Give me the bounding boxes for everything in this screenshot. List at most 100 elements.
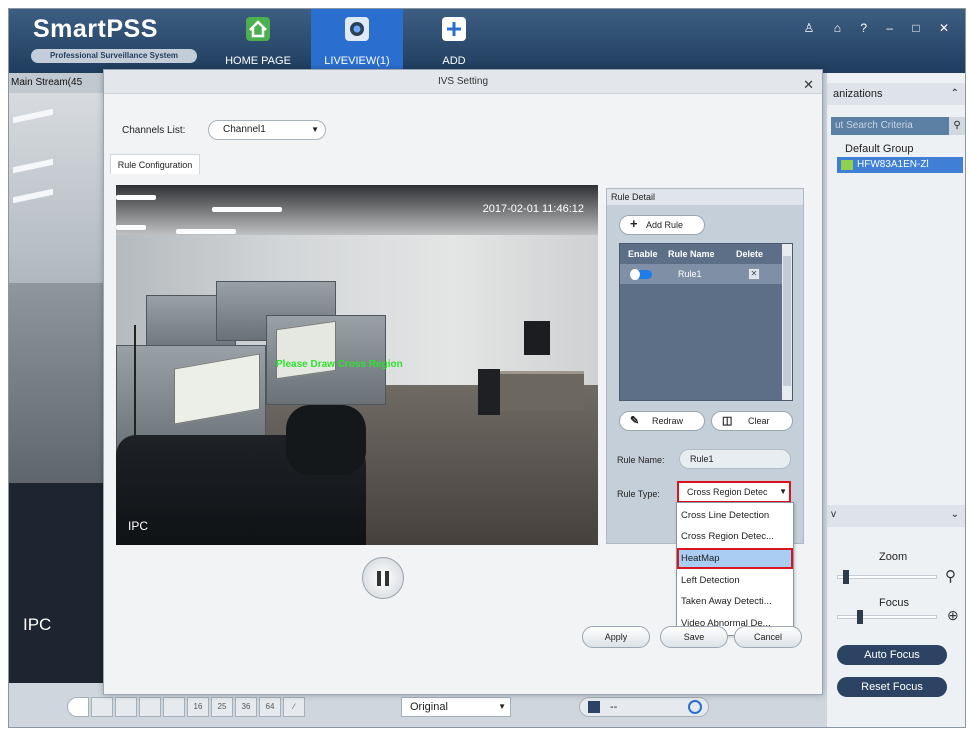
auto-focus-button[interactable]: Auto Focus	[837, 645, 947, 665]
plus-icon: +	[630, 216, 638, 231]
tab-label: LIVEVIEW(1)	[324, 55, 390, 67]
column-header-enable: Enable	[628, 249, 658, 259]
draw-region-hint: Please Draw Cross Region	[276, 359, 403, 370]
zoom-slider[interactable]	[837, 570, 937, 584]
rule-type-label: Rule Type:	[617, 489, 660, 499]
channel-select[interactable]: Channel1 ▼	[208, 120, 326, 140]
tab-home-page[interactable]: HOME PAGE	[215, 9, 301, 73]
rule-type-option[interactable]: Taken Away Detecti...	[677, 591, 793, 612]
add-rule-button[interactable]: + Add Rule	[619, 215, 705, 235]
apply-button[interactable]: Apply	[582, 626, 650, 648]
table-row[interactable]: Rule1 ✕	[620, 264, 784, 284]
ceiling-light	[116, 225, 146, 230]
channel-value: Channel1	[223, 124, 266, 135]
video-timestamp: 2017-02-01 11:46:12	[482, 203, 584, 215]
top-toolbar: SmartPSS Professional Surveillance Syste…	[9, 9, 965, 73]
plus-icon	[442, 17, 466, 41]
scrollbar-thumb[interactable]	[783, 256, 791, 386]
view-value: --	[610, 701, 618, 713]
ceiling-light	[212, 207, 282, 212]
rule-table-header: Enable Rule Name Delete	[620, 244, 784, 264]
view-select[interactable]: --	[579, 697, 709, 717]
device-panel: anizations ⌃ ut Search Criteria ⚲ Defaul…	[827, 73, 965, 727]
clear-button[interactable]: ◫ Clear	[711, 411, 793, 431]
rule-type-select[interactable]: Cross Region Detec ▼	[677, 481, 791, 503]
rule-table-scrollbar[interactable]	[782, 244, 792, 400]
layout-button[interactable]	[67, 697, 89, 717]
zoom-label: Zoom	[879, 551, 908, 563]
focus-label: Focus	[879, 597, 909, 609]
rule-type-option[interactable]: Cross Region Detec...	[677, 526, 793, 547]
tree-group-default[interactable]: Default Group	[845, 143, 913, 155]
app-logo: SmartPSS	[33, 15, 158, 44]
zoom-slider-knob[interactable]	[842, 570, 849, 584]
refresh-icon[interactable]	[688, 700, 702, 714]
device-search-input[interactable]: ut Search Criteria	[831, 117, 949, 135]
dropdown-arrow-icon: ▼	[498, 702, 506, 711]
reset-focus-button[interactable]: Reset Focus	[837, 677, 947, 697]
focus-slider[interactable]	[837, 610, 937, 624]
clear-label: Clear	[748, 416, 770, 426]
zoom-in-icon[interactable]: ⚲	[945, 567, 956, 585]
stream-select[interactable]: Original ▼	[401, 697, 511, 717]
dialog-title-text: IVS Setting	[437, 76, 489, 87]
dropdown-arrow-icon: ▼	[311, 125, 319, 134]
stream-value: Original	[410, 701, 448, 713]
video-pc-tower	[478, 369, 500, 415]
layout-button[interactable]	[115, 697, 137, 717]
video-preview[interactable]: Please Draw Cross Region 2017-02-01 11:4…	[116, 185, 598, 545]
tab-liveview[interactable]: LIVEVIEW(1)	[311, 9, 403, 73]
dialog-title: IVS Setting ✕	[104, 70, 822, 94]
logo-subtitle: Professional Surveillance System	[31, 49, 197, 63]
layout-button[interactable]: ∕	[283, 697, 305, 717]
rule-type-dropdown: Cross Line Detection Cross Region Detec.…	[676, 502, 794, 636]
camera-icon	[345, 17, 369, 41]
tab-label: ADD	[442, 55, 466, 67]
redraw-button[interactable]: ✎ Redraw	[619, 411, 705, 431]
layout-button[interactable]: 16	[187, 697, 209, 717]
ptz-title: v	[831, 509, 836, 520]
chevron-down-icon[interactable]: ⌄	[951, 509, 959, 520]
rule-type-option[interactable]: Cross Line Detection	[677, 505, 793, 526]
rule-name-input[interactable]: Rule1	[679, 449, 791, 469]
focus-icon[interactable]: ⊕	[947, 607, 959, 624]
logo-text: SmartPSS	[33, 15, 158, 43]
save-button[interactable]: Save	[660, 626, 728, 648]
tab-rule-configuration[interactable]: Rule Configuration	[110, 154, 200, 174]
rule-enable-toggle[interactable]	[630, 269, 652, 280]
rule-detail-header: Rule Detail	[607, 189, 803, 205]
layout-button[interactable]	[91, 697, 113, 717]
video-sofa-arm	[286, 405, 366, 475]
delete-rule-icon[interactable]: ✕	[748, 268, 760, 280]
close-icon[interactable]: ✕	[803, 73, 814, 97]
tree-device-item[interactable]: HFW83A1EN-Zl	[837, 157, 963, 173]
layout-button[interactable]: 64	[259, 697, 281, 717]
camera-label: IPC	[23, 615, 52, 634]
tab-add[interactable]: ADD	[419, 9, 489, 73]
pencil-icon: ✎	[630, 415, 640, 427]
organizations-header[interactable]: anizations ⌃	[827, 83, 965, 105]
save-icon	[588, 701, 600, 713]
layout-button[interactable]: 25	[211, 697, 233, 717]
chevron-up-icon[interactable]: ⌃	[951, 83, 959, 105]
layout-button[interactable]: 36	[235, 697, 257, 717]
pause-button[interactable]	[362, 557, 404, 599]
search-icon[interactable]: ⚲	[949, 117, 965, 135]
rule-type-option-heatmap[interactable]: HeatMap	[677, 548, 793, 569]
window-controls[interactable]: ♙ ⌂ ? – □ ✕	[804, 21, 957, 35]
column-header-rule-name: Rule Name	[668, 249, 715, 259]
cancel-button[interactable]: Cancel	[734, 626, 802, 648]
add-rule-label: Add Rule	[646, 220, 684, 230]
focus-slider-knob[interactable]	[856, 610, 863, 624]
ptz-header[interactable]: v ⌄	[827, 505, 965, 527]
video-floor	[9, 483, 105, 683]
rule-detail-panel: Rule Detail + Add Rule Enable Rule Name …	[606, 188, 804, 544]
layout-button[interactable]	[139, 697, 161, 717]
ceiling-light	[116, 195, 156, 200]
pause-icon	[377, 571, 381, 586]
layout-button[interactable]	[163, 697, 185, 717]
rule-type-option[interactable]: Left Detection	[677, 570, 793, 591]
column-header-delete: Delete	[736, 249, 764, 259]
dropdown-arrow-icon: ▼	[777, 483, 787, 501]
rule-name-label: Rule Name:	[617, 455, 665, 465]
